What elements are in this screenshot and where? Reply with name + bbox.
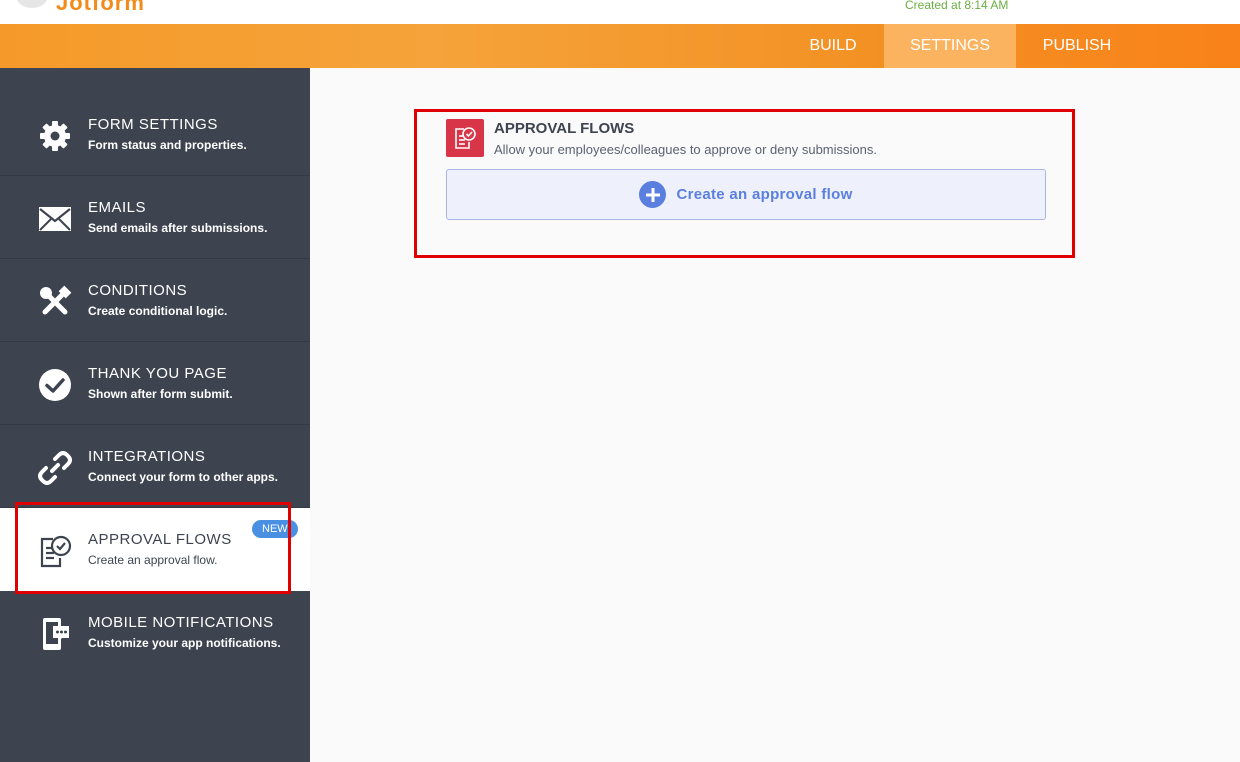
new-badge: NEW: [252, 520, 298, 538]
sidebar-item-title: MOBILE NOTIFICATIONS: [88, 614, 274, 631]
plus-circle-icon: [639, 181, 667, 208]
sidebar-item-mobile-notifications[interactable]: MOBILE NOTIFICATIONS Customize your app …: [0, 591, 310, 674]
sidebar-item-integrations[interactable]: INTEGRATIONS Connect your form to other …: [0, 425, 310, 508]
panel-title: APPROVAL FLOWS: [494, 120, 635, 137]
link-icon: [38, 451, 72, 485]
create-button-label: Create an approval flow: [676, 186, 853, 203]
tab-build[interactable]: BUILD: [789, 24, 877, 68]
sidebar-item-title: EMAILS: [88, 199, 147, 216]
logo-text[interactable]: Jotform: [56, 0, 145, 16]
sidebar-item-title: INTEGRATIONS: [88, 448, 206, 465]
gear-icon: [38, 119, 72, 153]
sidebar-item-subtitle: Create conditional logic.: [88, 304, 228, 318]
sidebar-item-subtitle: Shown after form submit.: [88, 387, 233, 401]
sidebar-item-subtitle: Form status and properties.: [88, 138, 247, 152]
sidebar-item-title: FORM SETTINGS: [88, 116, 218, 133]
sidebar-item-title: APPROVAL FLOWS: [88, 531, 232, 548]
sidebar-item-form-settings[interactable]: FORM SETTINGS Form status and properties…: [0, 93, 310, 176]
sidebar-item-conditions[interactable]: CONDITIONS Create conditional logic.: [0, 259, 310, 342]
sidebar-item-subtitle: Connect your form to other apps.: [88, 470, 279, 484]
check-circle-icon: [38, 368, 72, 402]
main-nav: BUILD SETTINGS PUBLISH: [0, 24, 1240, 68]
sidebar-item-emails[interactable]: EMAILS Send emails after submissions.: [0, 176, 310, 259]
sidebar-item-subtitle: Create an approval flow.: [88, 553, 218, 567]
create-approval-flow-button[interactable]: Create an approval flow: [446, 169, 1046, 220]
created-timestamp: Created at 8:14 AM: [905, 0, 1009, 12]
tools-icon: [38, 285, 72, 319]
sidebar-item-approval-flows[interactable]: APPROVAL FLOWS Create an approval flow. …: [0, 508, 310, 591]
logo-icon[interactable]: [16, 0, 48, 8]
panel-description: Allow your employees/colleagues to appro…: [494, 142, 877, 157]
tab-settings[interactable]: SETTINGS: [884, 24, 1016, 68]
sidebar-item-title: CONDITIONS: [88, 282, 188, 299]
sidebar-item-subtitle: Send emails after submissions.: [88, 221, 268, 235]
approval-document-icon: [446, 119, 484, 157]
tab-publish[interactable]: PUBLISH: [1024, 24, 1130, 68]
sidebar-item-thank-you-page[interactable]: THANK YOU PAGE Shown after form submit.: [0, 342, 310, 425]
approval-flows-panel: APPROVAL FLOWS Allow your employees/coll…: [414, 109, 1075, 258]
mobile-chat-icon: [38, 617, 72, 651]
approval-document-icon: [38, 534, 72, 568]
envelope-icon: [38, 202, 72, 236]
sidebar-item-title: THANK YOU PAGE: [88, 365, 227, 382]
top-header: Jotform Created at 8:14 AM: [0, 0, 1240, 24]
settings-sidebar: FORM SETTINGS Form status and properties…: [0, 68, 310, 762]
sidebar-item-subtitle: Customize your app notifications.: [88, 636, 281, 650]
